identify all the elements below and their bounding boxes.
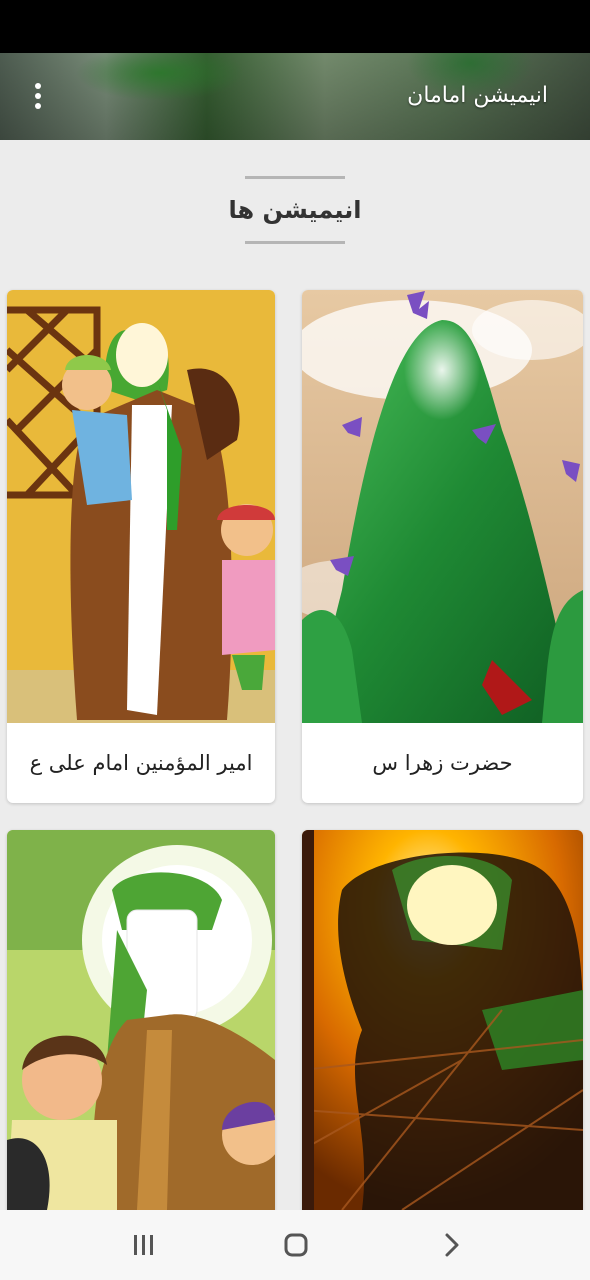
app-bar: انیمیشن امامان — [0, 53, 590, 140]
card-label: حضرت زهرا س — [372, 751, 513, 775]
green-turban-figure-image — [7, 830, 275, 1210]
back-icon[interactable] — [440, 1230, 464, 1260]
section-divider-top — [245, 176, 345, 179]
figure-holding-child-image — [7, 290, 275, 723]
warrior-silhouette-image — [302, 830, 583, 1210]
card-label: امیر المؤمنین امام علی ع — [29, 751, 253, 775]
section-divider-bottom — [245, 241, 345, 244]
more-vert-icon[interactable] — [24, 79, 52, 113]
section-header: انیمیشن ها — [0, 176, 590, 248]
card-image — [302, 830, 583, 1210]
card-image — [302, 290, 583, 723]
card-item[interactable] — [302, 830, 583, 1220]
card-image — [7, 830, 275, 1210]
home-icon[interactable] — [282, 1230, 310, 1260]
green-veiled-figure-image — [302, 290, 583, 723]
card-image — [7, 290, 275, 723]
status-bar — [0, 0, 590, 53]
app-title: انیمیشن امامان — [407, 83, 548, 108]
card-item[interactable]: امیر المؤمنین امام علی ع — [7, 290, 275, 803]
section-title: انیمیشن ها — [228, 196, 362, 224]
system-nav-bar — [0, 1210, 590, 1280]
card-item[interactable]: حضرت زهرا س — [302, 290, 583, 803]
card-item[interactable] — [7, 830, 275, 1220]
recent-apps-icon[interactable] — [130, 1230, 158, 1260]
